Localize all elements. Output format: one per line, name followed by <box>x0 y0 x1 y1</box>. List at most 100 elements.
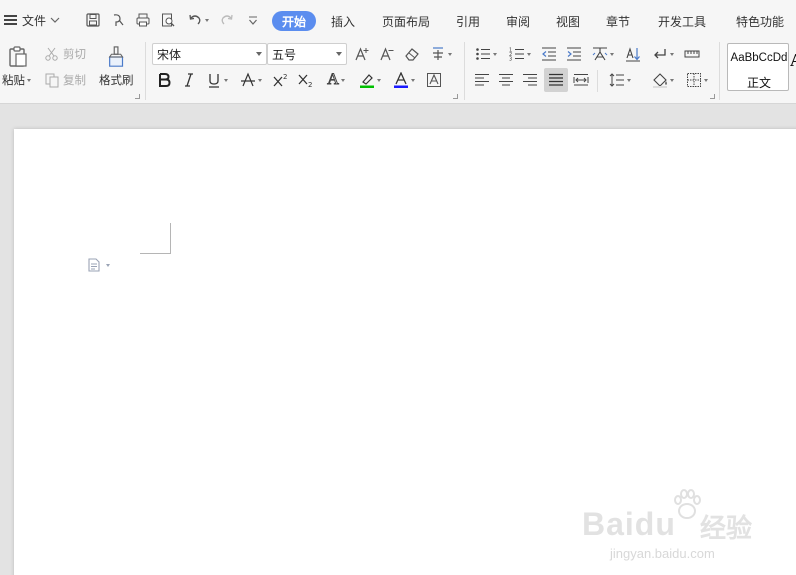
copy-label: 复制 <box>63 73 86 87</box>
clear-formatting-button[interactable] <box>402 44 422 64</box>
font-size-select[interactable]: 五号 <box>267 43 347 65</box>
file-menu-button[interactable]: 文件 <box>4 10 60 30</box>
save-icon <box>86 13 100 27</box>
font-color-button[interactable] <box>390 70 418 90</box>
copy-button[interactable]: 复制 <box>44 71 86 89</box>
shading-dropdown-icon <box>670 78 674 82</box>
align-center-button[interactable] <box>496 70 516 90</box>
tab-home[interactable]: 开始 <box>272 11 317 31</box>
phonetic-guide-button[interactable] <box>427 44 455 64</box>
paragraph-layout-button[interactable] <box>87 258 110 272</box>
undo-dropdown-icon <box>205 18 209 22</box>
character-border-button[interactable] <box>424 70 444 90</box>
strikethrough-button[interactable] <box>237 70 265 90</box>
line-spacing-button[interactable] <box>605 70 635 90</box>
highlight-color-button[interactable] <box>356 70 384 90</box>
redo-button[interactable] <box>218 10 236 30</box>
font-color-icon <box>394 72 408 88</box>
phonetic-guide-dropdown-icon <box>448 52 452 56</box>
separator <box>464 42 465 100</box>
subscript-button[interactable]: 2 <box>296 70 316 90</box>
paste-button[interactable] <box>4 44 32 70</box>
format-painter-button[interactable] <box>104 43 130 71</box>
text-effect-button[interactable]: A <box>322 70 350 90</box>
numbered-list-dropdown-icon <box>527 52 531 56</box>
distributed-button[interactable] <box>571 70 591 90</box>
format-painter-label: 格式刷 <box>99 73 134 87</box>
underline-icon <box>209 74 219 88</box>
line-spacing-dropdown-icon <box>627 78 631 82</box>
cut-button[interactable]: 剪切 <box>44 45 86 63</box>
strikethrough-dropdown-icon <box>258 78 262 82</box>
sort-button[interactable] <box>623 44 643 64</box>
export-pdf-button[interactable] <box>109 10 127 30</box>
watermark-brand-cn: 经验 <box>700 514 753 544</box>
font-color-dropdown-icon <box>411 78 415 82</box>
subscript-icon: 2 <box>298 74 312 88</box>
superscript-button[interactable]: 2 <box>271 70 291 90</box>
style-sample-text: AaBbCcDd <box>730 52 788 64</box>
paste-dropdown-button[interactable]: 粘贴 <box>2 72 31 88</box>
style-normal-tile[interactable]: AaBbCcDd 正文 <box>727 43 789 91</box>
chinese-layout-dropdown-icon <box>610 52 614 56</box>
align-left-button[interactable] <box>472 70 492 90</box>
print-icon <box>136 13 150 27</box>
highlighter-icon <box>360 74 374 88</box>
italic-button[interactable] <box>179 70 199 90</box>
undo-button[interactable] <box>185 10 211 30</box>
separator <box>145 42 146 100</box>
show-hide-marks-button[interactable] <box>649 44 677 64</box>
tab-review[interactable]: 审阅 <box>506 11 530 31</box>
tab-references[interactable]: 引用 <box>456 11 480 31</box>
svg-text:3: 3 <box>509 57 512 63</box>
hamburger-icon <box>4 15 18 25</box>
align-right-button[interactable] <box>520 70 540 90</box>
style-name-label: 正文 <box>746 76 771 90</box>
tab-stops-button[interactable] <box>682 44 702 64</box>
chinese-layout-button[interactable] <box>589 44 617 64</box>
bold-icon <box>159 73 171 87</box>
file-menu-label: 文件 <box>22 13 47 28</box>
numbered-list-button[interactable]: 123 <box>506 44 534 64</box>
tab-page-layout[interactable]: 页面布局 <box>382 11 430 31</box>
outdent-icon <box>542 47 556 61</box>
borders-button[interactable] <box>682 70 712 90</box>
bullet-list-button[interactable] <box>472 44 500 64</box>
print-button[interactable] <box>134 10 152 30</box>
clipboard-group-launcher-icon[interactable] <box>135 94 140 99</box>
paint-bucket-icon <box>653 73 667 88</box>
justify-button[interactable] <box>544 68 568 92</box>
more-dropdown-icon <box>249 16 257 25</box>
document-icon <box>88 258 100 272</box>
character-border-icon <box>427 73 441 87</box>
bold-button[interactable] <box>154 70 174 90</box>
decrease-font-size-button[interactable] <box>377 44 397 64</box>
increase-indent-button[interactable] <box>564 44 584 64</box>
borders-dropdown-icon <box>704 78 708 82</box>
shading-button[interactable] <box>648 70 678 90</box>
tab-special-features[interactable]: 特色功能 <box>736 11 784 31</box>
increase-font-size-button[interactable] <box>352 44 372 64</box>
style-next-tile-edge[interactable]: A <box>790 50 796 71</box>
watermark-url: jingyan.baidu.com <box>610 546 715 561</box>
underline-button[interactable] <box>203 70 231 90</box>
tab-developer-tools[interactable]: 开发工具 <box>658 11 706 31</box>
tab-insert[interactable]: 插入 <box>331 11 355 31</box>
customize-toolbar-button[interactable] <box>244 10 262 30</box>
print-preview-button[interactable] <box>159 10 177 30</box>
menu-bar: 文件 开始 插入 页面布局 引用 审阅 视图 章节 开发工具 特色功能 <box>0 0 796 40</box>
save-button[interactable] <box>84 10 102 30</box>
svg-text:2: 2 <box>283 73 287 81</box>
undo-icon <box>189 14 201 25</box>
export-pdf-icon <box>113 14 124 26</box>
format-painter-label-wrap: 格式刷 <box>99 72 134 88</box>
tab-view[interactable]: 视图 <box>556 11 580 31</box>
tab-chapter[interactable]: 章节 <box>606 11 630 31</box>
print-preview-icon <box>162 13 175 27</box>
distributed-icon <box>573 73 589 86</box>
decrease-indent-button[interactable] <box>539 44 559 64</box>
paragraph-group-launcher-icon[interactable] <box>710 94 715 99</box>
font-size-dropdown-icon <box>336 52 342 56</box>
font-group-launcher-icon[interactable] <box>453 94 458 99</box>
font-family-select[interactable]: 宋体 <box>152 43 267 65</box>
